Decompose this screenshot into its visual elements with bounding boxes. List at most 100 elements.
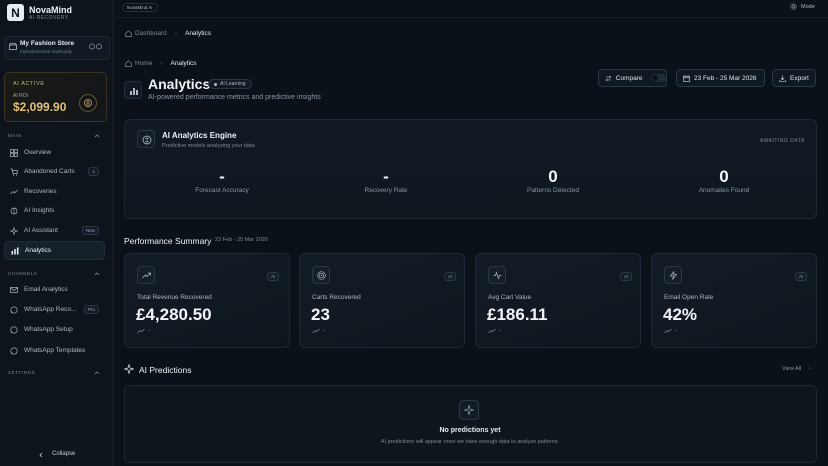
chevron-up-icon[interactable]: [94, 133, 100, 138]
store-icon: [9, 43, 17, 50]
sidebar-item-email-analytics[interactable]: Email Analytics: [4, 280, 105, 299]
patterns-detected-value: 0: [548, 167, 558, 186]
app-chip[interactable]: NovaMind AI: [122, 3, 158, 12]
pro-badge: Pro: [83, 305, 99, 314]
top-bar: [114, 0, 828, 18]
sidebar-item-recoveries[interactable]: Recoveries: [4, 182, 105, 201]
trend-up-icon: [488, 328, 496, 334]
date-range-label: 23 Feb - 25 Mar 2026: [694, 74, 757, 82]
switch-store-icon[interactable]: [88, 42, 104, 51]
compare-label: Compare: [615, 74, 643, 82]
store-url: myfashionstore.myshopify: [20, 49, 73, 54]
kpi-trend: -: [488, 328, 501, 334]
anomalies-found-label: Anomalies Found: [698, 187, 750, 194]
breadcrumb-current: Analytics: [184, 30, 211, 37]
sidebar-item-abandoned-carts[interactable]: Abandoned Carts 1: [4, 162, 105, 181]
mail-icon: [10, 286, 18, 293]
engine-status: AWAITING DATA: [760, 138, 805, 144]
download-icon: [779, 75, 786, 82]
trend-icon: [10, 189, 18, 194]
ai-roi-label: AI ROI: [13, 93, 29, 99]
analytics-icon: [124, 81, 142, 99]
kpi-value: £186.11: [487, 305, 548, 324]
sidebar-item-label: Email Analytics: [24, 286, 68, 293]
sidebar-item-label: WhatsApp Reco...: [24, 306, 77, 313]
engine-title: AI Analytics Engine: [162, 131, 237, 140]
kpi-label: Email Open Rate: [664, 294, 714, 301]
breadcrumb-home[interactable]: Home: [135, 60, 152, 67]
performance-title: Performance Summary: [124, 236, 212, 246]
kpi-label: Avg Cart Value: [488, 294, 532, 301]
sidebar-item-ai-insights[interactable]: AI Insights: [4, 201, 105, 220]
home-icon: [125, 30, 132, 37]
chevron-up-icon[interactable]: [94, 370, 100, 375]
cart-icon: [10, 168, 18, 176]
kpi-trend: -: [664, 328, 677, 334]
chevron-right-icon: ›: [808, 366, 811, 372]
collapse-button[interactable]: Collapse: [52, 451, 75, 457]
sidebar-item-label: Recoveries: [24, 188, 57, 195]
ai-roi-value: $2,099.90: [13, 100, 67, 114]
status-dot: [214, 82, 217, 86]
engine-subtitle: Predictive models analyzing your data: [162, 143, 255, 149]
page-breadcrumb: Home › Analytics: [125, 60, 197, 67]
view-all-link[interactable]: View All ›: [782, 366, 811, 372]
kpi-value: 23: [311, 305, 330, 324]
whatsapp-icon: [10, 305, 18, 314]
ai-badge: AI: [795, 272, 808, 281]
compare-toggle[interactable]: Compare: [598, 69, 667, 87]
predictions-title: AI Predictions: [139, 365, 192, 375]
kpi-value: 42%: [663, 305, 698, 324]
chevron-left-icon[interactable]: [38, 452, 44, 458]
kpi-label: Total Revenue Recovered: [137, 294, 212, 301]
mode-label: Mode: [801, 3, 815, 10]
sidebar-section-settings: SETTINGS: [8, 370, 36, 375]
chevron-up-icon[interactable]: [94, 271, 100, 276]
mode-toggle[interactable]: Mode: [790, 3, 815, 10]
pulse-icon: [488, 266, 506, 284]
compare-icon: [605, 75, 612, 81]
sun-icon: [790, 3, 797, 10]
ai-badge: AI: [620, 272, 633, 281]
sidebar-item-label: Abandoned Carts: [24, 168, 75, 175]
sidebar-item-whatsapp-templates[interactable]: WhatsApp Templates: [4, 341, 105, 360]
compare-switch[interactable]: [650, 74, 666, 82]
sidebar-item-whatsapp-recovery[interactable]: WhatsApp Reco... Pro: [4, 300, 105, 319]
sidebar-item-ai-assistant[interactable]: AI Assistant New: [4, 221, 105, 240]
kpi-trend-value: -: [675, 328, 677, 334]
sidebar-item-overview[interactable]: Overview: [4, 143, 105, 162]
target-icon: [312, 266, 330, 284]
forecast-accuracy-value: -: [219, 167, 225, 186]
breadcrumb-separator: ›: [174, 30, 177, 37]
sidebar-item-whatsapp-setup[interactable]: WhatsApp Setup: [4, 320, 105, 339]
date-range-picker[interactable]: 23 Feb - 25 Mar 2026: [676, 69, 765, 87]
brain-icon: [10, 207, 18, 214]
chart-icon: [11, 247, 19, 254]
bolt-icon: [664, 266, 682, 284]
breadcrumb-home[interactable]: Dashboard: [135, 30, 167, 37]
page-subtitle: AI-powered performance metrics and predi…: [148, 94, 321, 101]
grid-icon: [10, 148, 18, 157]
kpi-trend: -: [137, 328, 150, 334]
trend-up-icon: [312, 328, 320, 334]
forecast-accuracy-label: Forecast Accuracy: [195, 187, 249, 194]
anomalies-found-value: 0: [719, 167, 729, 186]
sidebar-item-label: WhatsApp Setup: [24, 326, 73, 333]
ai-learning-chip: AI Learning: [208, 79, 252, 89]
predictions-panel: [124, 385, 817, 463]
breadcrumb-current: Analytics: [170, 60, 197, 67]
kpi-trend-value: -: [499, 328, 501, 334]
calendar-icon: [683, 74, 690, 82]
new-badge: New: [81, 226, 99, 235]
kpi-value: £4,280.50: [136, 305, 212, 324]
store-name: My Fashion Store: [20, 40, 75, 47]
view-all-label: View All: [782, 366, 802, 372]
brand-logo[interactable]: N: [7, 4, 24, 21]
whatsapp-icon: [10, 325, 18, 334]
sidebar-item-label: AI Assistant: [24, 227, 58, 234]
sparkle-icon: [459, 400, 479, 420]
export-button[interactable]: Export: [772, 69, 816, 87]
kpi-trend-value: -: [323, 328, 325, 334]
sidebar-item-analytics[interactable]: Analytics: [4, 241, 105, 260]
sparkle-icon: [124, 364, 134, 374]
